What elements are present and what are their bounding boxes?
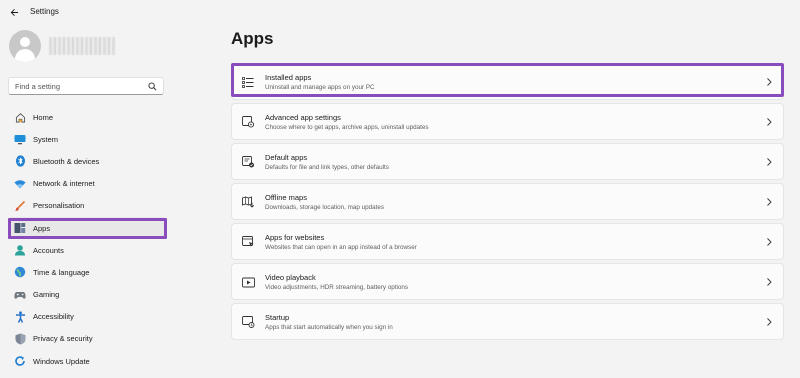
update-icon [14, 355, 26, 367]
sidebar-item-label: Bluetooth & devices [33, 156, 100, 166]
account-icon [14, 244, 26, 256]
avatar[interactable] [9, 30, 41, 62]
video-icon [241, 275, 255, 289]
sidebar-item-label: Apps [33, 223, 51, 233]
card-default-apps[interactable]: Default apps Defaults for file and link … [231, 143, 784, 180]
card-startup[interactable]: Startup Apps that start automatically wh… [231, 303, 784, 340]
sidebar-item-label: Windows Update [33, 356, 90, 366]
card-title: Advanced app settings [265, 113, 341, 122]
card-title: Installed apps [265, 73, 312, 82]
card-title: Offline maps [265, 193, 307, 202]
sidebar-item-privacy-security[interactable]: Privacy & security [8, 328, 166, 350]
brush-icon [14, 200, 26, 212]
card-apps-for-websites[interactable]: Apps for websites Websites that can open… [231, 223, 784, 260]
sidebar-item-network[interactable]: Network & internet [8, 173, 166, 195]
card-description: Defaults for file and link types, other … [265, 164, 389, 171]
system-icon [14, 133, 26, 145]
window-title: Settings [30, 7, 59, 16]
sidebar-item-personalisation[interactable]: Personalisation [8, 195, 166, 217]
card-description: Apps that start automatically when you s… [265, 324, 393, 331]
chevron-right-icon [767, 238, 772, 246]
back-button[interactable] [6, 4, 22, 20]
sidebar-nav: Home System Bluetooth & devices Network … [8, 106, 166, 372]
title-bar: Settings [0, 0, 800, 24]
sidebar-item-accessibility[interactable]: Accessibility [8, 306, 166, 328]
page-title: Apps [231, 29, 274, 48]
sidebar-item-system[interactable]: System [8, 128, 166, 150]
settings-card-list: Installed apps Uninstall and manage apps… [231, 63, 784, 343]
avatar-head-shape [20, 37, 30, 47]
home-icon [14, 111, 26, 123]
sidebar-item-label: Time & language [33, 267, 90, 277]
default-apps-icon [241, 155, 255, 169]
card-title: Startup [265, 313, 290, 322]
sidebar-item-label: Privacy & security [33, 334, 93, 344]
bluetooth-icon [14, 155, 26, 168]
sidebar-item-label: Gaming [33, 290, 60, 300]
card-offline-maps[interactable]: Offline maps Downloads, storage location… [231, 183, 784, 220]
startup-icon [241, 315, 255, 329]
card-description: Websites that can open in an app instead… [265, 244, 417, 251]
map-icon [241, 195, 255, 209]
search-icon[interactable] [148, 82, 157, 91]
card-advanced-app-settings[interactable]: Advanced app settings Choose where to ge… [231, 103, 784, 140]
chevron-right-icon [767, 278, 772, 286]
sidebar-item-windows-update[interactable]: Windows Update [8, 350, 166, 372]
accessibility-icon [14, 311, 26, 323]
card-description: Uninstall and manage apps on your PC [265, 84, 375, 91]
globe-icon [14, 266, 26, 278]
sidebar-item-home[interactable]: Home [8, 106, 166, 128]
sidebar-item-accounts[interactable]: Accounts [8, 239, 166, 261]
list-icon [241, 75, 255, 89]
blurred-account-name [49, 37, 115, 55]
sidebar-item-label: Network & internet [33, 179, 95, 189]
shield-icon [14, 333, 26, 345]
chevron-right-icon [767, 158, 772, 166]
card-description: Video adjustments, HDR streaming, batter… [265, 284, 409, 291]
card-installed-apps[interactable]: Installed apps Uninstall and manage apps… [231, 63, 784, 100]
back-arrow-icon [10, 8, 18, 16]
sidebar-item-time-language[interactable]: Time & language [8, 261, 166, 283]
search-input[interactable] [15, 80, 145, 92]
chevron-right-icon [767, 318, 772, 326]
apps-icon [14, 222, 26, 234]
wifi-icon [14, 178, 26, 190]
card-title: Apps for websites [265, 233, 325, 242]
card-title: Default apps [265, 153, 308, 162]
avatar-body-shape [15, 49, 35, 62]
sidebar-item-gaming[interactable]: Gaming [8, 284, 166, 306]
chevron-right-icon [767, 198, 772, 206]
web-app-icon [241, 235, 255, 249]
sidebar-item-label: Accessibility [33, 312, 74, 322]
sidebar-item-label: Accounts [33, 245, 64, 255]
sidebar-item-apps[interactable]: Apps [8, 216, 166, 240]
search-box[interactable] [8, 77, 164, 95]
card-description: Downloads, storage location, map updates [265, 204, 385, 211]
card-description: Choose where to get apps, archive apps, … [265, 124, 429, 131]
gamepad-icon [14, 289, 26, 301]
chevron-right-icon [767, 78, 772, 86]
app-settings-icon [241, 115, 255, 129]
sidebar-item-label: Personalisation [33, 201, 85, 211]
chevron-right-icon [767, 118, 772, 126]
card-title: Video playback [265, 273, 316, 282]
sidebar-item-bluetooth[interactable]: Bluetooth & devices [8, 150, 166, 172]
sidebar-item-label: System [33, 134, 59, 144]
card-video-playback[interactable]: Video playback Video adjustments, HDR st… [231, 263, 784, 300]
sidebar-item-label: Home [33, 112, 54, 122]
